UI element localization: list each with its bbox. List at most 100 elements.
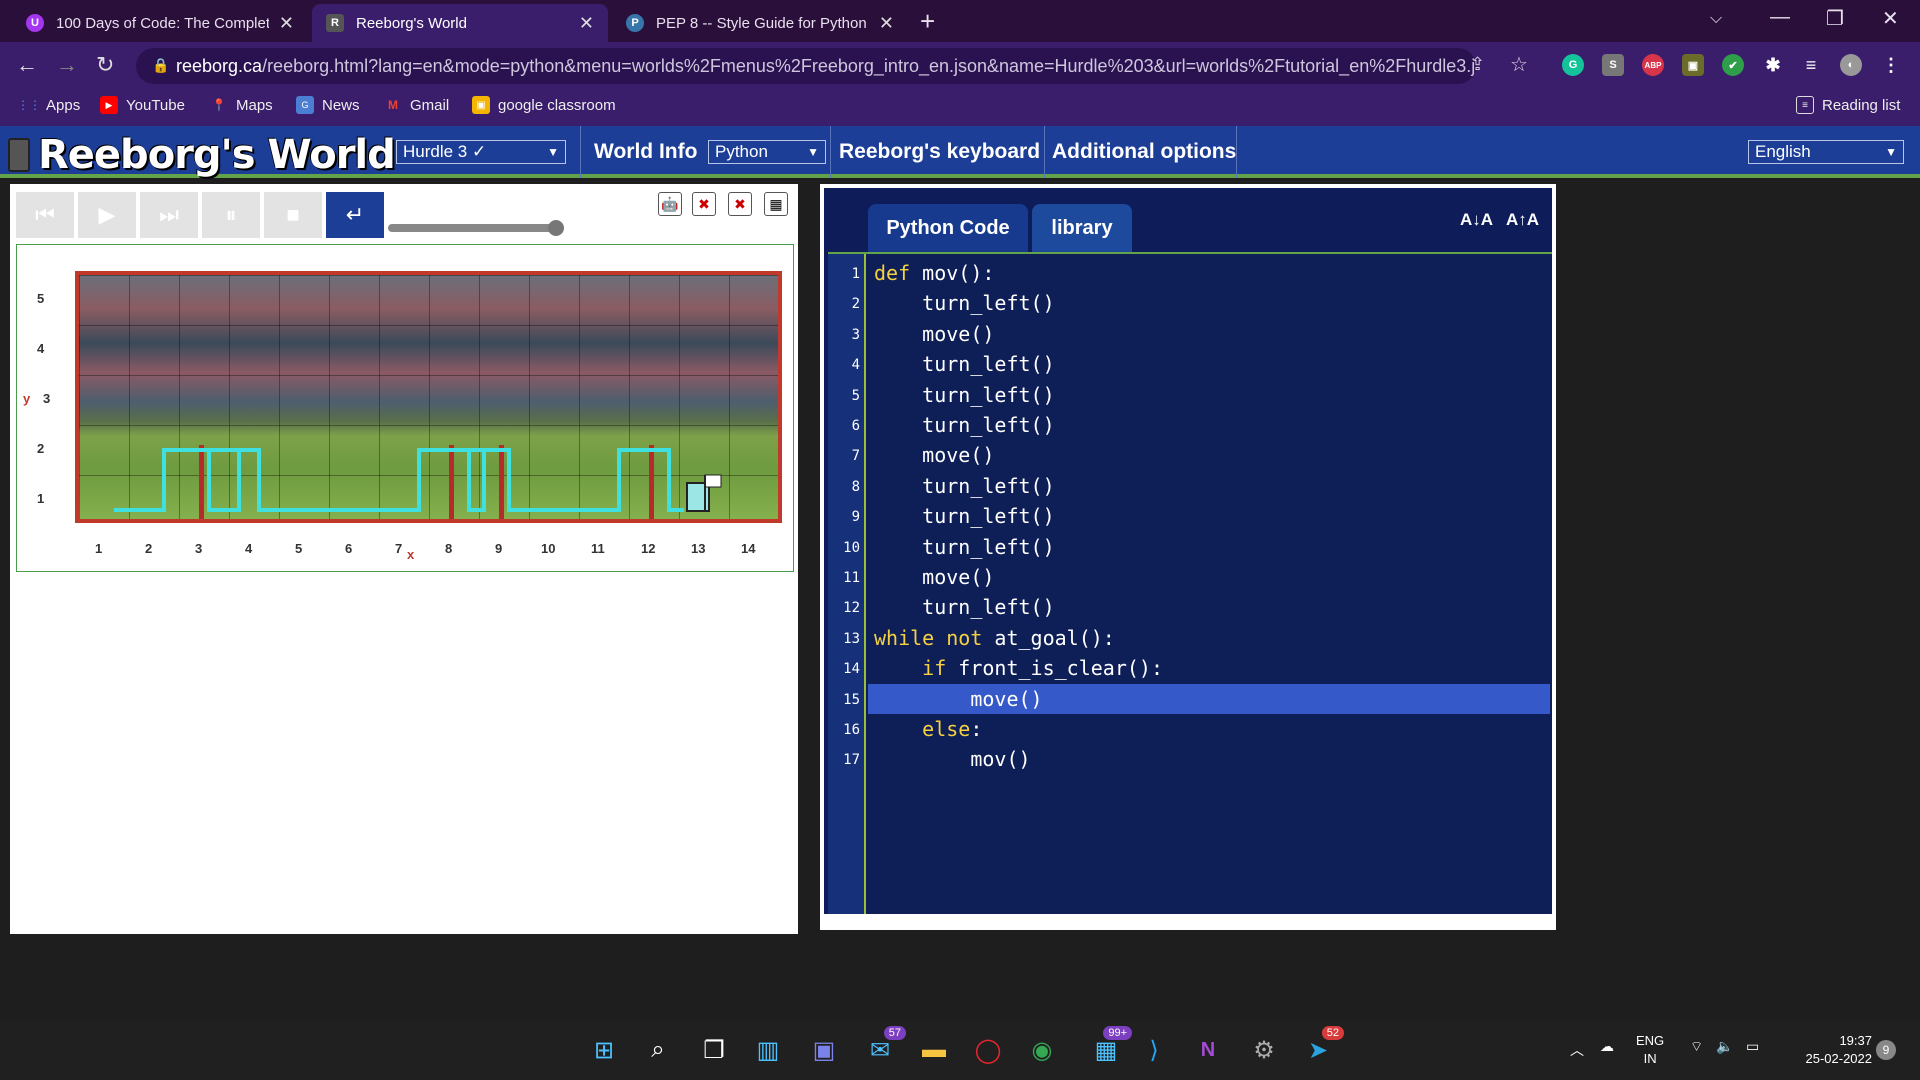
grammarly-icon[interactable]: G: [1562, 54, 1584, 76]
bookmark-apps[interactable]: ⋮⋮ Apps: [17, 96, 80, 114]
close-icon[interactable]: ✕: [279, 13, 294, 34]
store-icon[interactable]: ▦ 99+: [1086, 1026, 1132, 1070]
close-window-icon[interactable]: ✕: [1882, 6, 1899, 31]
font-decrease-button[interactable]: A↓A: [1460, 210, 1493, 230]
telegram-icon[interactable]: ➤ 52: [1298, 1026, 1344, 1070]
slider-knob[interactable]: [548, 220, 564, 236]
code-line[interactable]: move(): [868, 683, 1550, 714]
search-icon[interactable]: ⌕: [638, 1030, 678, 1070]
task-view-icon[interactable]: ❐: [694, 1030, 734, 1070]
code-editor[interactable]: 1 def mov(): 2 turn_left() 3 move() 4 turn_l…: [828, 252, 1552, 914]
tab-pep8[interactable]: P PEP 8 -- Style Guide for Python C ✕: [612, 4, 908, 42]
bookmark-maps[interactable]: 📍 Maps: [210, 96, 273, 114]
share-icon[interactable]: ⇪: [1470, 54, 1485, 75]
opera-icon[interactable]: ◯: [968, 1030, 1008, 1070]
chrome-icon[interactable]: ◉: [1022, 1030, 1062, 1070]
teams-chat-icon[interactable]: ▣: [804, 1030, 844, 1070]
reload-world-button[interactable]: ↵: [326, 192, 384, 238]
stop-button[interactable]: ■: [264, 192, 322, 238]
chevron-down-icon[interactable]: ⌵: [1710, 10, 1722, 28]
puzzle-icon[interactable]: ✱: [1762, 54, 1784, 76]
tab-reeborg[interactable]: R Reeborg's World ✕: [312, 4, 608, 42]
reading-list-label: Reading list: [1822, 96, 1901, 114]
extension-icon[interactable]: ▣: [1682, 54, 1704, 76]
avatar[interactable]: ◐: [1840, 54, 1862, 76]
clear-world-icon[interactable]: ✖: [728, 192, 752, 216]
mode-select[interactable]: Python ▼: [708, 140, 826, 164]
code-line[interactable]: move(): [868, 319, 1550, 349]
robot-view-icon[interactable]: 🤖: [658, 192, 682, 216]
code-line[interactable]: while not at_goal():: [868, 623, 1550, 653]
extension-s-icon[interactable]: S: [1602, 54, 1624, 76]
code-line[interactable]: else:: [868, 714, 1550, 744]
world-canvas[interactable]: 5 4 3 y 2 1 1 2 3 4 5 6 7 x 8 9 10 11 12…: [16, 244, 794, 572]
mail-icon[interactable]: ✉ 57: [860, 1026, 906, 1070]
code-line[interactable]: turn_left(): [868, 471, 1550, 501]
onenote-icon[interactable]: N: [1188, 1030, 1228, 1070]
adblock-icon[interactable]: ABP: [1642, 54, 1664, 76]
bookmark-classroom[interactable]: ▣ google classroom: [472, 96, 616, 114]
code-line[interactable]: if front_is_clear():: [868, 653, 1550, 683]
file-explorer-icon[interactable]: ▬: [914, 1030, 954, 1070]
settings-gear-icon[interactable]: ⚙: [1244, 1030, 1284, 1070]
star-icon[interactable]: ☆: [1510, 52, 1528, 77]
widgets-icon[interactable]: ▥: [748, 1030, 788, 1070]
step-button[interactable]: ⏭: [140, 192, 198, 238]
menu-icon[interactable]: ⋮: [1880, 54, 1902, 76]
media-icon[interactable]: ≡: [1800, 54, 1822, 76]
code-line[interactable]: turn_left(): [868, 288, 1550, 318]
code-line[interactable]: move(): [868, 562, 1550, 592]
tray-chevron-icon[interactable]: ︿: [1570, 1040, 1584, 1060]
bookmark-youtube[interactable]: ▶ YouTube: [100, 96, 185, 114]
speed-slider[interactable]: [388, 220, 564, 236]
tab-udemy[interactable]: U 100 Days of Code: The Complete ✕: [12, 4, 308, 42]
code-line[interactable]: turn_left(): [868, 592, 1550, 622]
tab-python-code[interactable]: Python Code: [868, 204, 1028, 252]
shield-icon[interactable]: ✔: [1722, 54, 1744, 76]
back-icon[interactable]: ←: [16, 52, 38, 78]
keyboard-menu[interactable]: Reeborg's keyboard: [839, 140, 1040, 164]
windows-start-icon[interactable]: ⊞: [584, 1030, 624, 1070]
restore-icon[interactable]: ❐: [1826, 6, 1844, 31]
code-line[interactable]: turn_left(): [868, 501, 1550, 531]
url-field[interactable]: 🔒 reeborg.ca/reeborg.html?lang=en&mode=p…: [136, 48, 1476, 84]
code-line[interactable]: turn_left(): [868, 349, 1550, 379]
wifi-icon[interactable]: ⌔: [1690, 1038, 1703, 1056]
code-line[interactable]: move(): [868, 440, 1550, 470]
forward-icon[interactable]: →: [56, 52, 78, 78]
close-icon[interactable]: ✕: [879, 13, 894, 34]
reading-list-button[interactable]: ≡ Reading list: [1796, 96, 1900, 114]
delete-robot-icon[interactable]: ✖: [692, 192, 716, 216]
run-button[interactable]: ▶: [78, 192, 136, 238]
font-increase-button[interactable]: A↑A: [1506, 210, 1539, 230]
world-info-menu[interactable]: World Info: [594, 140, 697, 164]
language-indicator[interactable]: ENG IN: [1636, 1032, 1664, 1068]
vscode-icon[interactable]: ⟩: [1134, 1030, 1174, 1070]
bookmark-news[interactable]: G News: [296, 96, 360, 114]
additional-options-menu[interactable]: Additional options: [1052, 140, 1236, 164]
code-line[interactable]: def mov():: [868, 258, 1550, 288]
close-icon[interactable]: ✕: [579, 13, 594, 34]
world-settings-icon[interactable]: ▦: [764, 192, 788, 216]
onedrive-icon[interactable]: ☁: [1600, 1038, 1614, 1055]
new-tab-button[interactable]: +: [920, 6, 935, 37]
minimize-icon[interactable]: —: [1770, 6, 1790, 29]
tab-library[interactable]: library: [1032, 204, 1132, 252]
language-select[interactable]: English ▼: [1748, 140, 1904, 164]
code-text: turn_left(): [922, 504, 1055, 529]
code-line[interactable]: turn_left(): [868, 380, 1550, 410]
line-number: 14: [843, 661, 860, 678]
world-select[interactable]: Hurdle 3 ✓ ▼: [396, 140, 566, 164]
code-line[interactable]: turn_left(): [868, 532, 1550, 562]
code-line[interactable]: turn_left(): [868, 410, 1550, 440]
reload-icon[interactable]: ↻: [96, 52, 114, 78]
battery-icon[interactable]: ▭: [1746, 1038, 1759, 1055]
pause-button[interactable]: ⏸: [202, 192, 260, 238]
notification-badge[interactable]: 9: [1876, 1040, 1896, 1060]
bookmark-gmail[interactable]: M Gmail: [384, 96, 449, 114]
clock[interactable]: 19:37 25-02-2022: [1782, 1032, 1873, 1068]
volume-icon[interactable]: 🔈: [1716, 1038, 1733, 1055]
site-title: Reeborg's World: [38, 132, 396, 178]
code-line[interactable]: mov(): [868, 744, 1550, 774]
reload-button[interactable]: ⏮: [16, 192, 74, 238]
